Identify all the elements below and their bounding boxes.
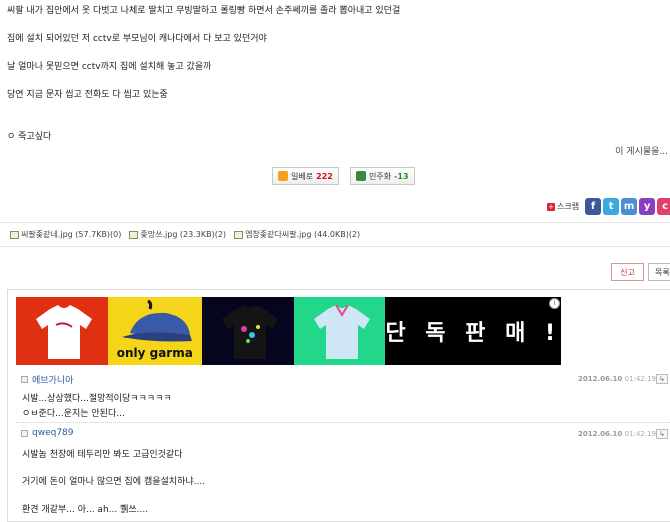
post-line-1: 씨팔 내가 집안에서 옷 다벗고 나체로 딸치고 무빙딸하고 롤링빵 하면서 손…	[7, 6, 401, 16]
twitter-icon[interactable]: t	[603, 198, 620, 215]
report-button[interactable]: 신고	[611, 263, 644, 281]
comment-author[interactable]: 에브가니아	[32, 373, 73, 386]
user-icon	[21, 429, 28, 437]
comment-date: 2012.06.10 01:42:19	[578, 430, 656, 438]
scrap-label: 스크랩	[557, 202, 580, 211]
scrap-button[interactable]: + 스크랩	[547, 201, 579, 212]
upvote-button[interactable]: 일베로 222	[272, 167, 339, 185]
comment-text: 시발...상상했다...절망적이당ㅋㅋㅋㅋㅋ	[22, 394, 172, 404]
post-line-5: ㅇ 죽고싶다	[7, 132, 52, 142]
post-line-4: 당연 지금 문자 씹고 전화도 다 씹고 있는중	[7, 90, 168, 100]
attachment-list: 씨팔좆같네.jpg (57.7KB)(0) 좆망쓰.jpg (23.3KB)(2…	[0, 222, 670, 247]
comment-section: only garma 단 독 판 매 ! i 에브가니아 2012.06.10 …	[7, 289, 670, 522]
comment-text: 거기에 돈이 얼마나 많으면 집에 캠을설치하냐....	[22, 477, 206, 487]
file-icon	[129, 230, 139, 239]
cyworld-icon[interactable]: c	[657, 198, 670, 215]
file-icon	[10, 230, 19, 239]
upvote-count: 222	[316, 171, 333, 181]
plus-icon: +	[547, 202, 555, 211]
upvote-label: 일베로	[291, 171, 314, 181]
attachment-name: 좆망쓰.jpg (23.3KB)(2)	[140, 230, 227, 239]
ad-brand: only garma	[116, 346, 193, 360]
thumbs-up-icon	[278, 171, 288, 181]
ad-info-icon[interactable]: i	[549, 298, 560, 309]
attachment-item[interactable]: 씨팔좆같네.jpg (57.7KB)(0)	[10, 229, 121, 240]
comment-text: ㅇㅂ준다...운지는 안된다...	[22, 409, 125, 419]
comment-header: qweq789	[21, 428, 74, 438]
downvote-count: -13	[394, 171, 409, 181]
comment-date-time: 01:42:19	[624, 430, 656, 438]
share-note[interactable]: 이 게시물을...	[615, 144, 668, 157]
comment-text: 환견 개같부... 아... ah... 쀍쓰....	[22, 505, 149, 515]
downvote-button[interactable]: 민주화 -13	[350, 167, 415, 185]
facebook-icon[interactable]: f	[585, 198, 602, 215]
ad-panel-black-tshirt	[201, 297, 294, 365]
comment-author[interactable]: qweq789	[32, 428, 74, 438]
ad-panel-cap: only garma	[107, 297, 202, 365]
comment-date-time: 01:42:19	[624, 375, 656, 383]
list-button[interactable]: 목록	[648, 263, 670, 281]
attachment-name: 엠창좆같다씨팔.jpg (44.0KB)(2)	[245, 230, 361, 239]
ad-panel-white-tshirt	[16, 297, 108, 365]
comment-header: 에브가니아	[21, 373, 73, 386]
ad-panel-headline: 단 독 판 매 !	[385, 297, 562, 365]
reply-icon[interactable]: ↳	[656, 429, 668, 439]
comment-date: 2012.06.10 01:42:19	[578, 375, 656, 383]
me2day-icon[interactable]: m	[621, 198, 638, 215]
post-line-3: 날 얼마나 못믿으면 cctv까지 집에 설치해 놓고 갔을까	[7, 62, 212, 72]
yozm-icon[interactable]: y	[639, 198, 656, 215]
file-icon	[234, 230, 244, 239]
attachment-name: 씨팔좆같네.jpg (57.7KB)(0)	[21, 230, 122, 239]
post-line-2: 집에 설치 되어있던 저 cctv로 부모님이 캐나다에서 다 보고 있던거야	[7, 34, 267, 44]
downvote-label: 민주화	[369, 171, 392, 181]
thumbs-down-icon	[356, 171, 366, 181]
comment-text: 시발놈 천장에 테두리만 봐도 고급인것같다	[22, 450, 183, 460]
scrap-bar: + 스크랩 f t m y c g	[547, 198, 670, 215]
comment-divider	[16, 422, 670, 423]
ad-banner[interactable]: only garma 단 독 판 매 !	[16, 297, 562, 365]
tshirt-icon	[221, 305, 278, 359]
tshirt-icon	[36, 305, 92, 359]
user-icon	[21, 376, 28, 383]
comment-date-day: 2012.06.10	[578, 430, 623, 438]
attachment-item[interactable]: 좆망쓰.jpg (23.3KB)(2)	[129, 229, 226, 240]
comment-date-day: 2012.06.10	[578, 375, 623, 383]
reply-icon[interactable]: ↳	[656, 374, 668, 384]
ad-headline: 단 독 판 매 !	[385, 321, 562, 346]
ad-panel-polo	[293, 297, 386, 365]
polo-shirt-icon	[313, 305, 370, 359]
attachment-item[interactable]: 엠창좆같다씨팔.jpg (44.0KB)(2)	[234, 229, 360, 240]
